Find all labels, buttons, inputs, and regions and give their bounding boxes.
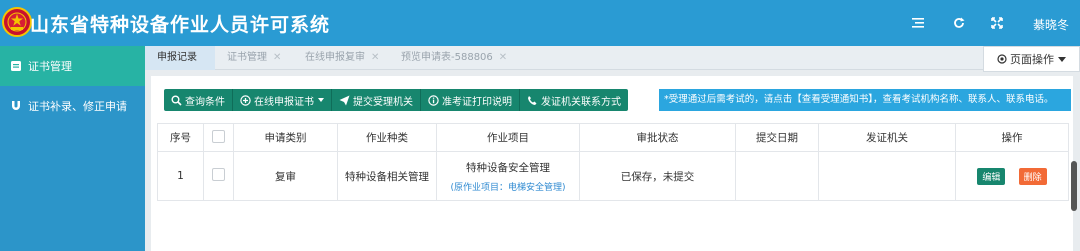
national-emblem-icon: [2, 7, 32, 37]
tab-preview-application[interactable]: 预览申请表-588806 ✕: [391, 46, 511, 70]
sidebar: 证书管理 证书补录、修正申请: [0, 46, 145, 251]
target-icon: [997, 54, 1007, 64]
user-name[interactable]: 綦晓冬: [1033, 16, 1069, 33]
cell-item: 特种设备安全管理 (原作业项目：电梯安全管理): [436, 151, 580, 201]
apply-certificate-button[interactable]: 在线申报证书: [233, 89, 332, 111]
column-header-index: 序号: [157, 123, 204, 152]
cell-category: 特种设备相关管理: [337, 151, 437, 201]
sidebar-item-certificate-management[interactable]: 证书管理: [0, 46, 145, 86]
cell-index: 1: [157, 151, 204, 201]
cell-status: 已保存，未提交: [579, 151, 736, 201]
records-panel: 查询条件 在线申报证书 提交受理机关 准考证打印说明 发证机关联系方式 *受理通…: [151, 76, 1073, 251]
close-icon[interactable]: ✕: [273, 52, 281, 63]
tab-application-records[interactable]: 申报记录: [145, 46, 215, 70]
print-instructions-button[interactable]: 准考证打印说明: [421, 89, 520, 111]
sidebar-item-label: 证书补录、修正申请: [28, 100, 127, 113]
exam-notice: *受理通过后需考试的，请点击【查看受理通知书】，查看考试机构名称、联系人、联系电…: [659, 89, 1071, 111]
scrollbar[interactable]: [1071, 161, 1077, 211]
row-checkbox[interactable]: [212, 168, 225, 181]
send-icon: [339, 95, 350, 106]
close-icon[interactable]: ✕: [499, 52, 507, 63]
edit-button[interactable]: 编辑: [977, 167, 1006, 185]
cell-action: 编辑 删除: [955, 151, 1069, 201]
magnet-icon: [10, 100, 22, 112]
column-header-date: 提交日期: [735, 123, 819, 152]
item-name: 特种设备安全管理: [466, 161, 550, 174]
column-header-status: 审批状态: [579, 123, 736, 152]
app-title: 山东省特种设备作业人员许可系统: [30, 14, 331, 36]
authority-contact-button[interactable]: 发证机关联系方式: [520, 89, 628, 111]
records-table: 序号 申请类别 作业种类 作业项目 审批状态 提交日期 发证机关 操作 1 复审…: [157, 123, 1069, 201]
menu-list-icon[interactable]: [910, 15, 926, 31]
original-item-note: (原作业项目：电梯安全管理): [450, 182, 566, 193]
plus-circle-icon: [240, 94, 251, 106]
column-header-select: [203, 123, 234, 152]
refresh-icon[interactable]: [951, 15, 967, 31]
caret-down-icon: [1058, 56, 1066, 62]
main-content: 申报记录 证书管理 ✕ 在线申报复审 ✕ 预览申请表-588806 ✕ 页面操作 查询…: [145, 46, 1080, 251]
query-conditions-button[interactable]: 查询条件: [164, 89, 233, 111]
column-header-category: 作业种类: [337, 123, 437, 152]
toolbar: 查询条件 在线申报证书 提交受理机关 准考证打印说明 发证机关联系方式: [164, 89, 628, 111]
cell-org: [818, 151, 956, 201]
column-header-action: 操作: [955, 123, 1069, 152]
info-circle-icon: [428, 94, 439, 106]
page-operations-dropdown[interactable]: 页面操作: [983, 46, 1080, 72]
delete-button[interactable]: 删除: [1018, 167, 1047, 185]
fullscreen-icon[interactable]: [989, 15, 1005, 31]
tab-certificate-management[interactable]: 证书管理 ✕: [217, 46, 297, 70]
select-all-checkbox[interactable]: [212, 129, 225, 143]
certificate-icon: [10, 60, 22, 72]
top-header: 山东省特种设备作业人员许可系统 綦晓冬: [0, 0, 1080, 46]
sidebar-item-label: 证书管理: [28, 60, 72, 73]
table-header-row: 序号 申请类别 作业种类 作业项目 审批状态 提交日期 发证机关 操作: [157, 123, 1069, 152]
table-row: 1 复审 特种设备相关管理 特种设备安全管理 (原作业项目：电梯安全管理) 已保…: [157, 151, 1069, 201]
tab-bar: 申报记录 证书管理 ✕ 在线申报复审 ✕ 预览申请表-588806 ✕ 页面操作: [145, 46, 1080, 72]
caret-down-icon: [318, 98, 324, 102]
cell-select: [203, 151, 234, 201]
submit-authority-button[interactable]: 提交受理机关: [332, 89, 421, 111]
cell-type: 复审: [233, 151, 338, 201]
cell-date: [735, 151, 819, 201]
column-header-item: 作业项目: [436, 123, 580, 152]
phone-icon: [527, 95, 538, 106]
column-header-org: 发证机关: [818, 123, 956, 152]
column-header-type: 申请类别: [233, 123, 338, 152]
close-icon[interactable]: ✕: [371, 52, 379, 63]
sidebar-item-supplement-correction[interactable]: 证书补录、修正申请: [0, 86, 145, 126]
tab-online-review[interactable]: 在线申报复审 ✕: [295, 46, 385, 70]
search-icon: [171, 95, 182, 106]
